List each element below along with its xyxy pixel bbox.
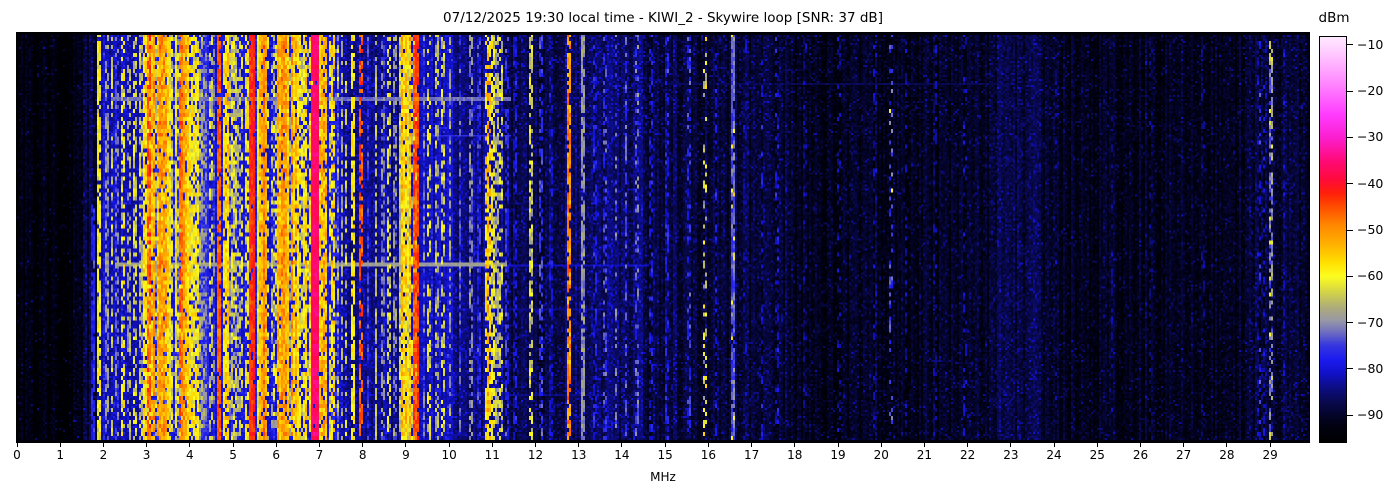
x-tick-label: 15: [657, 448, 673, 462]
colorbar-tick-mark: [1347, 136, 1353, 138]
x-tick-label: 21: [916, 448, 933, 462]
x-tick-label: 9: [402, 448, 410, 462]
x-tick-mark: [275, 443, 277, 447]
x-tick-mark: [16, 443, 18, 447]
x-tick-mark: [59, 443, 61, 447]
colorbar-tick-label: −60: [1357, 268, 1384, 284]
x-tick-label: 7: [315, 448, 324, 462]
x-axis-label: MHz: [650, 470, 676, 484]
x-tick-mark: [189, 443, 191, 447]
x-tick-label: 25: [1089, 448, 1105, 462]
x-tick-label: 3: [142, 448, 151, 462]
x-tick-mark: [102, 443, 104, 447]
x-tick-mark: [880, 443, 882, 447]
x-tick-label: 26: [1132, 448, 1149, 462]
colorbar-tick-mark: [1347, 90, 1353, 92]
x-tick-mark: [1139, 443, 1141, 447]
x-tick-mark: [707, 443, 709, 447]
x-tick-label: 24: [1046, 448, 1062, 462]
colorbar-tick-label: −40: [1357, 175, 1384, 191]
colorbar-unit-label: dBm: [1318, 10, 1350, 26]
x-tick-mark: [578, 443, 580, 447]
x-tick-label: 17: [743, 448, 760, 462]
x-tick-mark: [232, 443, 234, 447]
x-tick-mark: [967, 443, 969, 447]
colorbar-tick-mark: [1347, 368, 1353, 370]
x-tick-mark: [751, 443, 753, 447]
colorbar-tick-mark: [1347, 44, 1353, 46]
colorbar-tick-label: −20: [1357, 83, 1384, 99]
x-tick-mark: [405, 443, 407, 447]
x-tick-mark: [491, 443, 493, 447]
x-tick-label: 20: [873, 448, 889, 462]
x-tick-mark: [1183, 443, 1185, 447]
x-tick-mark: [535, 443, 537, 447]
x-tick-mark: [146, 443, 148, 447]
chart-title: 07/12/2025 19:30 local time - KIWI_2 - S…: [443, 10, 883, 26]
x-tick-label: 16: [700, 448, 716, 462]
x-tick-label: 11: [484, 448, 500, 462]
colorbar-tick-mark: [1347, 414, 1353, 416]
x-tick-mark: [621, 443, 623, 447]
x-tick-label: 27: [1176, 448, 1192, 462]
colorbar-tick-label: −90: [1357, 407, 1384, 423]
x-tick-label: 5: [229, 448, 237, 462]
x-tick-label: 19: [830, 448, 846, 462]
colorbar-tick-mark: [1347, 183, 1353, 185]
x-tick-mark: [923, 443, 925, 447]
spectrogram-figure: 07/12/2025 19:30 local time - KIWI_2 - S…: [0, 0, 1400, 500]
x-tick-mark: [362, 443, 364, 447]
x-tick-mark: [1269, 443, 1271, 447]
x-tick-mark: [664, 443, 666, 447]
colorbar-tick-label: −30: [1357, 129, 1384, 145]
x-tick-mark: [1226, 443, 1228, 447]
colorbar: [1319, 36, 1347, 443]
x-tick-label: 28: [1219, 448, 1235, 462]
plot-area-frame: [16, 32, 1310, 443]
x-tick-mark: [794, 443, 796, 447]
colorbar-tick-label: −10: [1357, 36, 1384, 52]
x-tick-label: 4: [186, 448, 194, 462]
colorbar-tick-label: −80: [1357, 360, 1384, 376]
colorbar-tick-mark: [1347, 322, 1353, 324]
x-tick-label: 1: [56, 448, 65, 462]
x-tick-mark: [837, 443, 839, 447]
x-tick-mark: [318, 443, 320, 447]
colorbar-tick-label: −70: [1357, 314, 1384, 330]
colorbar-tick-mark: [1347, 229, 1353, 231]
waterfall-heatmap-canvas: [17, 33, 1309, 442]
x-tick-label: 12: [527, 448, 544, 462]
x-tick-label: 22: [959, 448, 976, 462]
x-tick-label: 2: [99, 448, 108, 462]
x-tick-label: 0: [13, 448, 21, 462]
colorbar-tick-label: −50: [1357, 222, 1384, 237]
x-tick-mark: [1010, 443, 1012, 447]
x-tick-label: 13: [571, 448, 587, 462]
x-tick-label: 29: [1262, 448, 1278, 462]
x-tick-label: 6: [272, 448, 281, 462]
colorbar-tick-mark: [1347, 275, 1353, 277]
x-tick-mark: [448, 443, 450, 447]
x-tick-label: 8: [358, 448, 367, 462]
x-tick-label: 10: [441, 448, 457, 462]
x-tick-mark: [1053, 443, 1055, 447]
x-tick-mark: [1096, 443, 1098, 447]
x-tick-label: 23: [1003, 448, 1019, 462]
x-tick-label: 18: [787, 448, 803, 462]
x-tick-label: 14: [614, 448, 630, 462]
